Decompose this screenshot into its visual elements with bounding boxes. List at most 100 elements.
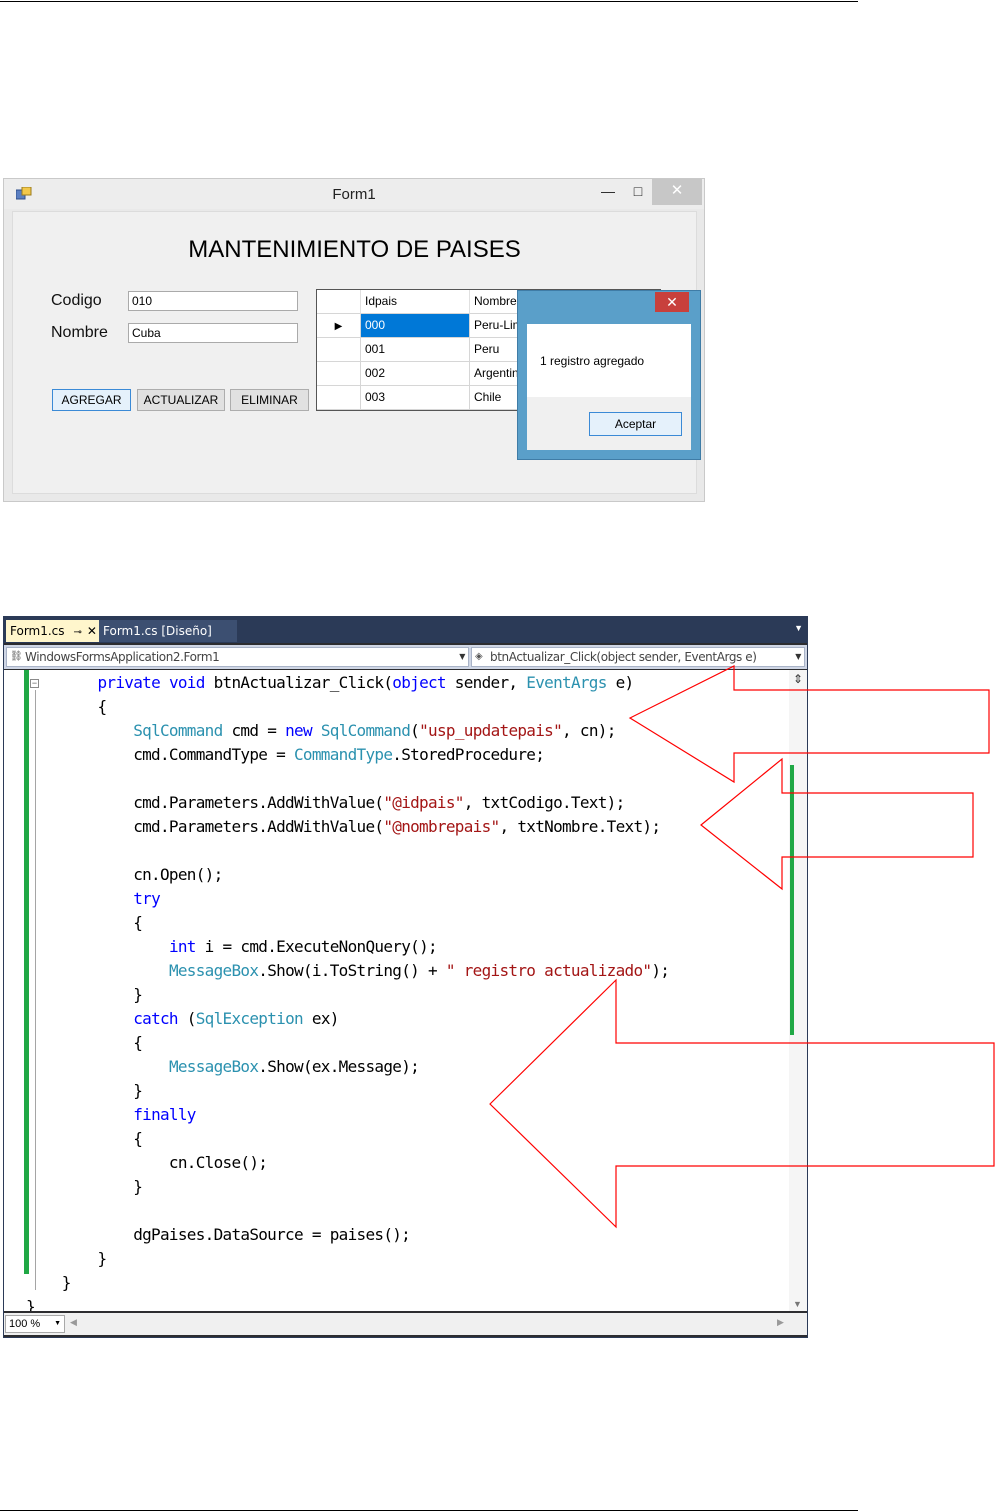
row-header[interactable]: ▶ (317, 314, 361, 338)
grid-cell-id[interactable]: 002 (361, 362, 470, 386)
code-line: cn.Close(); (26, 1151, 268, 1175)
tab-form1-cs[interactable]: Form1.cs ⊸ ✕ (6, 620, 99, 642)
code-token: catch (133, 1009, 178, 1028)
code-token: new (285, 721, 313, 740)
code-token: sender, (445, 673, 527, 692)
document-tab-strip: Form1.cs ⊸ ✕ Form1.cs [Diseño] ▼ (4, 617, 807, 643)
chevron-down-icon: ▼ (459, 652, 465, 661)
pin-icon[interactable]: ⊸ (74, 627, 82, 638)
code-token: finally (133, 1105, 196, 1124)
tab-label: Form1.cs (10, 624, 65, 638)
code-token: } (26, 1081, 143, 1100)
aceptar-button[interactable]: Aceptar (589, 412, 682, 436)
dialog-body: 1 registro agregado (527, 324, 691, 397)
code-token: SqlException (195, 1009, 304, 1028)
code-token: btnActualizar_Click( (204, 673, 393, 692)
navigation-bar: ⛓ WindowsFormsApplication2.Form1 ▼ ◈ btn… (4, 645, 807, 669)
message-box-dialog: ✕ 1 registro agregado Aceptar (517, 290, 701, 460)
code-token: .Show(i.ToString() + (258, 961, 446, 980)
codigo-field[interactable]: 010 (128, 291, 298, 311)
code-token: { (26, 1033, 143, 1052)
scroll-left-icon[interactable]: ◀ (70, 1317, 77, 1328)
tab-form1-design[interactable]: Form1.cs [Diseño] (99, 620, 237, 642)
code-token: { (26, 697, 107, 716)
chevron-down-icon: ▼ (795, 652, 801, 661)
method-icon: ◈ (475, 651, 483, 662)
tab-dropdown-icon[interactable]: ▼ (794, 623, 803, 633)
nombre-field[interactable]: Cuba (128, 323, 298, 343)
code-line: catch (SqlException ex) (26, 1007, 339, 1031)
code-line: cmd.Parameters.AddWithValue("@idpais", t… (26, 791, 625, 815)
maximize-button[interactable]: □ (624, 179, 652, 205)
code-token: "@idpais" (383, 793, 464, 812)
code-token: object (392, 673, 446, 692)
code-line: } (26, 1247, 107, 1271)
class-selector-value: WindowsFormsApplication2.Form1 (25, 650, 220, 664)
vertical-scrollbar[interactable]: ⇕ ▼ (789, 670, 807, 1311)
code-token: CommandType (294, 745, 393, 764)
grid-cell-id[interactable]: 003 (361, 386, 470, 410)
grid-cell-id[interactable]: 001 (361, 338, 470, 362)
page-bottom-rule (0, 1510, 858, 1511)
code-line: cmd.CommandType = CommandType.StoredProc… (26, 743, 545, 767)
dialog-message: 1 registro agregado (540, 354, 645, 368)
code-line: cn.Open(); (26, 863, 223, 887)
row-header[interactable] (317, 386, 361, 410)
code-editor[interactable]: − private void btnActualizar_Click(objec… (4, 670, 789, 1311)
eliminar-button[interactable]: ELIMINAR (230, 389, 309, 411)
code-token: } (26, 1273, 72, 1292)
code-token: cmd.CommandType = (26, 745, 294, 764)
code-token: MessageBox (168, 1057, 259, 1076)
code-line: dgPaises.DataSource = paises(); (26, 1223, 411, 1247)
code-token: { (26, 1129, 143, 1148)
code-token: .Show(ex.Message); (258, 1057, 420, 1076)
code-line: finally (26, 1103, 196, 1127)
member-selector-value: btnActualizar_Click(object sender, Event… (490, 650, 757, 664)
code-token: { (26, 913, 143, 932)
code-token: } (26, 1177, 143, 1196)
member-selector[interactable]: ◈ btnActualizar_Click(object sender, Eve… (471, 647, 805, 667)
code-token: "usp_updatepais" (419, 721, 563, 740)
form-titlebar[interactable]: Form1 — □ ✕ (4, 179, 704, 209)
row-header[interactable] (317, 362, 361, 386)
dialog-footer: Aceptar (527, 397, 691, 450)
class-selector[interactable]: ⛓ WindowsFormsApplication2.Form1 ▼ (6, 647, 469, 667)
close-button[interactable]: ✕ (652, 179, 702, 205)
page-top-rule (0, 1, 858, 2)
class-icon: ⛓ (10, 651, 23, 662)
codigo-label: Codigo (51, 292, 102, 309)
column-header-idpais[interactable]: Idpais (361, 290, 470, 314)
editor-status-bar: 100 % ▼ ◀ ▶ (4, 1313, 807, 1335)
code-line: cmd.Parameters.AddWithValue("@nombrepais… (26, 815, 661, 839)
code-token: private (97, 673, 160, 692)
code-token: , txtNombre.Text); (499, 817, 661, 836)
scroll-down-icon[interactable]: ▼ (793, 1299, 802, 1309)
agregar-button[interactable]: AGREGAR (52, 389, 131, 411)
code-token: ( (410, 721, 420, 740)
row-header[interactable] (317, 338, 361, 362)
grid-corner-header[interactable] (317, 290, 361, 314)
close-icon[interactable]: ✕ (87, 624, 97, 638)
actualizar-button[interactable]: ACTUALIZAR (137, 389, 225, 411)
current-row-indicator-icon: ▶ (334, 321, 343, 332)
zoom-selector[interactable]: 100 % ▼ (5, 1315, 65, 1333)
code-token: cn.Close(); (26, 1153, 268, 1172)
code-token: int (168, 937, 197, 956)
code-line: SqlCommand cmd = new SqlCommand("usp_upd… (26, 719, 616, 743)
code-token: void (168, 673, 205, 692)
dialog-close-button[interactable]: ✕ (655, 292, 689, 312)
zoom-value: 100 % (9, 1318, 41, 1330)
scroll-right-icon[interactable]: ▶ (777, 1317, 784, 1328)
grid-cell-id[interactable]: 000 (361, 314, 470, 338)
code-line: int i = cmd.ExecuteNonQuery(); (26, 935, 438, 959)
split-editor-icon[interactable]: ⇕ (793, 672, 803, 686)
code-token: ); (651, 961, 670, 980)
code-token: ex) (302, 1009, 340, 1028)
minimize-button[interactable]: — (594, 179, 622, 205)
